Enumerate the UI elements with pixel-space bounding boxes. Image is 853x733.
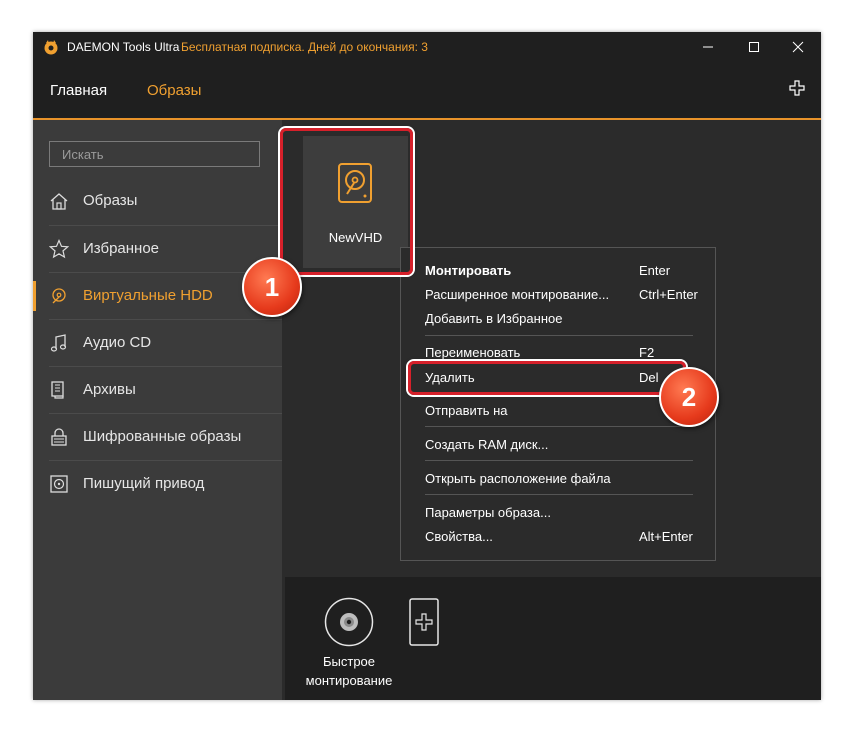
menu-shortcut: Enter xyxy=(639,263,671,278)
home-icon xyxy=(50,193,68,210)
tab-images[interactable]: Образы xyxy=(147,82,201,99)
menu-item-send-to[interactable]: Отправить на xyxy=(425,403,507,418)
sidebar-item-archives[interactable]: Архивы xyxy=(33,367,282,413)
sidebar-item-label: Шифрованные образы xyxy=(83,428,242,445)
menu-item-create-ram-disk[interactable]: Создать RAM диск... xyxy=(425,437,548,452)
sidebar-item-images[interactable]: Образы xyxy=(33,178,282,224)
add-drive-icon[interactable] xyxy=(409,598,439,646)
archive-icon xyxy=(51,381,64,399)
menu-separator xyxy=(425,494,693,495)
sidebar: Искать Образы Избранное Виртуальные HDD … xyxy=(33,120,282,700)
callout-badge-1: 1 xyxy=(242,257,302,317)
plus-icon[interactable] xyxy=(789,80,805,96)
app-name: DAEMON Tools Ultra xyxy=(67,40,180,54)
hdd-icon xyxy=(52,288,66,304)
callout-badge-2: 2 xyxy=(659,367,719,427)
quick-mount-disc-icon[interactable] xyxy=(324,597,374,647)
maximize-button[interactable] xyxy=(731,32,777,62)
music-note-icon xyxy=(50,334,67,352)
menu-separator xyxy=(425,426,693,427)
top-navigation: Главная Образы xyxy=(33,62,821,120)
highlight-frame-delete xyxy=(408,361,686,395)
tab-home[interactable]: Главная xyxy=(50,82,107,99)
minimize-button[interactable] xyxy=(685,32,731,62)
menu-shortcut: F2 xyxy=(639,345,655,360)
menu-item-properties[interactable]: Свойства... xyxy=(425,529,493,544)
sidebar-item-label: Аудио CD xyxy=(83,334,152,351)
quick-mount-label-line1: Быстрое xyxy=(322,654,376,669)
menu-shortcut: Alt+Enter xyxy=(639,529,693,544)
sidebar-item-label: Пишущий привод xyxy=(83,475,205,492)
menu-item-rename[interactable]: Переименовать xyxy=(425,345,520,360)
sidebar-item-label: Архивы xyxy=(83,381,136,398)
star-icon xyxy=(49,239,69,259)
quick-mount-label-line2: монтирование xyxy=(305,673,393,688)
trial-notice[interactable]: Бесплатная подписка. Дней до окончания: … xyxy=(181,40,428,54)
menu-item-mount[interactable]: Монтировать xyxy=(425,263,511,278)
menu-shortcut: Ctrl+Enter xyxy=(639,287,698,302)
menu-separator xyxy=(425,335,693,336)
close-icon xyxy=(792,41,804,53)
burner-icon xyxy=(50,475,68,493)
maximize-icon xyxy=(749,42,759,52)
sidebar-item-label: Избранное xyxy=(83,240,160,257)
quick-mount-label[interactable]: Быстрое монтирование xyxy=(289,652,409,690)
close-button[interactable] xyxy=(775,32,821,62)
search-input[interactable]: Искать xyxy=(49,141,260,167)
menu-item-advanced-mount[interactable]: Расширенное монтирование... xyxy=(425,287,609,302)
sidebar-item-favorites[interactable]: Избранное xyxy=(33,226,282,272)
sidebar-item-audio-cd[interactable]: Аудио CD xyxy=(33,320,282,366)
menu-separator xyxy=(425,460,693,461)
daemon-logo-icon xyxy=(44,40,58,55)
sidebar-item-burner[interactable]: Пишущий привод xyxy=(33,461,282,507)
sidebar-item-encrypted-images[interactable]: Шифрованные образы xyxy=(33,414,282,460)
highlight-frame-tile xyxy=(280,128,413,275)
sidebar-item-label: Виртуальные HDD xyxy=(83,287,213,304)
title-bar: DAEMON Tools Ultra Бесплатная подписка. … xyxy=(33,32,821,62)
menu-item-image-parameters[interactable]: Параметры образа... xyxy=(425,505,551,520)
menu-item-add-favorites[interactable]: Добавить в Избранное xyxy=(425,311,562,326)
lock-icon xyxy=(51,428,67,446)
minimize-icon xyxy=(703,46,713,48)
menu-item-open-file-location[interactable]: Открыть расположение файла xyxy=(425,471,611,486)
sidebar-item-label: Образы xyxy=(83,192,138,209)
